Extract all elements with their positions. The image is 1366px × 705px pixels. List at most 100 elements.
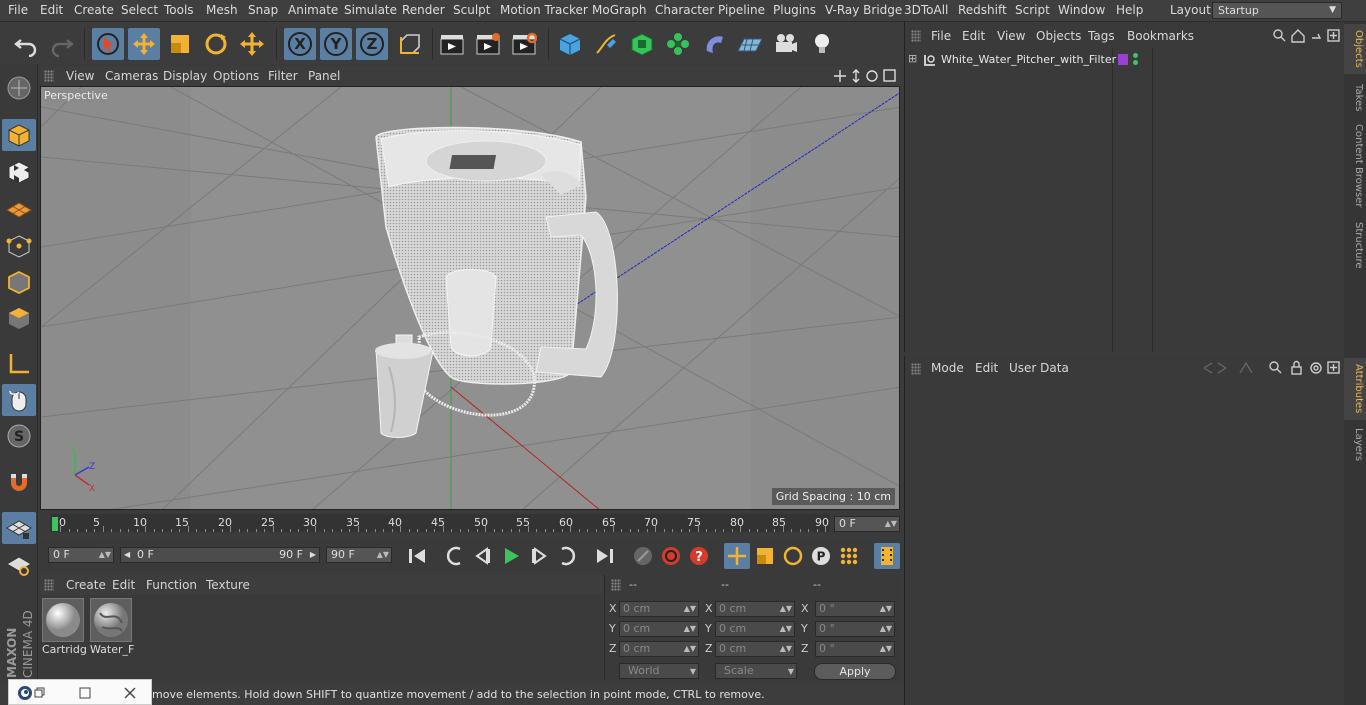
points-mode-button[interactable] xyxy=(2,230,36,262)
add-spline-button[interactable] xyxy=(590,28,622,60)
play-button[interactable] xyxy=(498,543,524,569)
attribute-menu-edit[interactable]: Edit xyxy=(975,361,998,375)
maximize-icon[interactable] xyxy=(79,687,91,699)
object-menu-objects[interactable]: Objects xyxy=(1036,29,1081,43)
object-menu-bookmarks[interactable]: Bookmarks xyxy=(1127,29,1194,43)
tab-structure[interactable]: Structure xyxy=(1346,222,1364,269)
apply-button[interactable]: Apply xyxy=(814,663,896,680)
restore-icon[interactable] xyxy=(34,687,46,699)
add-light-button[interactable] xyxy=(806,28,838,60)
solo-button[interactable]: S xyxy=(2,420,36,452)
panel-grip-icon[interactable] xyxy=(911,363,921,375)
menu-mograph[interactable]: MoGraph xyxy=(592,3,647,17)
previous-key-button[interactable] xyxy=(442,543,468,569)
object-menu-view[interactable]: View xyxy=(997,29,1025,43)
size-z-field[interactable]: 0 cm ▲▼ xyxy=(715,641,795,657)
object-menu-edit[interactable]: Edit xyxy=(962,29,985,43)
menu-pipeline[interactable]: Pipeline xyxy=(718,3,765,17)
polygons-mode-button[interactable] xyxy=(2,302,36,334)
editor-visibility-dot[interactable] xyxy=(1133,53,1138,58)
motion-record-button[interactable] xyxy=(630,543,656,569)
minimized-window-bar[interactable] xyxy=(8,679,152,705)
rotation-y-field[interactable]: 0 ° ▲▼ xyxy=(815,621,895,637)
viewport-menu-display[interactable]: Display xyxy=(163,69,207,83)
layer-color-swatch[interactable] xyxy=(1118,54,1128,65)
start-frame-field[interactable]: 0 F ▲▼ xyxy=(48,547,114,563)
tab-content-browser[interactable]: Content Browser xyxy=(1346,124,1364,207)
render-settings-button[interactable] xyxy=(508,28,540,60)
perspective-viewport[interactable]: Y Z X Grid Spacing : 10 cm xyxy=(40,86,900,510)
edges-mode-button[interactable] xyxy=(2,266,36,298)
menu-render[interactable]: Render xyxy=(402,3,445,17)
add-generator-button[interactable] xyxy=(626,28,658,60)
object-row[interactable]: ⊞ White_Water_Pitcher_with_Filter xyxy=(908,52,1338,69)
move-tool-button[interactable] xyxy=(128,28,160,60)
locked-workplane-button[interactable] xyxy=(2,548,36,580)
add-cube-button[interactable] xyxy=(554,28,586,60)
menu-vray-bridge[interactable]: V-Ray Bridge xyxy=(825,3,902,17)
expand-plus-icon[interactable]: ⊞ xyxy=(908,52,917,65)
panel-grip-icon[interactable] xyxy=(611,579,621,591)
frame-range-slider[interactable]: ◀ 0 F 90 F ▶ xyxy=(120,547,320,563)
previous-frame-button[interactable] xyxy=(470,543,496,569)
menu-mesh[interactable]: Mesh xyxy=(206,3,238,17)
position-y-field[interactable]: 0 cm ▲▼ xyxy=(619,621,699,637)
position-x-field[interactable]: 0 cm ▲▼ xyxy=(619,601,699,617)
menu-tools[interactable]: Tools xyxy=(164,3,194,17)
make-editable-button[interactable] xyxy=(2,72,36,104)
tweak-mode-button[interactable] xyxy=(2,384,36,416)
material-menu-create[interactable]: Create xyxy=(66,578,106,592)
workplane-mode-button[interactable] xyxy=(2,192,36,224)
record-point-level-button[interactable] xyxy=(836,543,862,569)
render-visibility-dot[interactable] xyxy=(1133,60,1138,65)
menu-plugins[interactable]: Plugins xyxy=(773,3,816,17)
record-scale-button[interactable] xyxy=(752,543,778,569)
material-item[interactable]: Water_F xyxy=(90,598,134,656)
material-item[interactable]: Cartridg xyxy=(42,598,86,656)
live-selection-button[interactable] xyxy=(92,28,124,60)
rotation-z-field[interactable]: 0 ° ▲▼ xyxy=(815,641,895,657)
texture-mode-button[interactable] xyxy=(2,156,36,188)
record-rotation-button[interactable] xyxy=(780,543,806,569)
autokeying-button[interactable]: ? xyxy=(686,543,712,569)
menu-select[interactable]: Select xyxy=(121,3,158,17)
add-floor-button[interactable] xyxy=(734,28,766,60)
scale-tool-button[interactable] xyxy=(164,28,196,60)
layout-dropdown[interactable]: Startup ▼ xyxy=(1212,2,1342,19)
menu-file[interactable]: File xyxy=(8,3,28,17)
y-axis-button[interactable]: Y xyxy=(320,28,352,60)
tab-takes[interactable]: Takes xyxy=(1346,84,1364,111)
z-axis-button[interactable]: Z xyxy=(356,28,388,60)
axis-mode-button[interactable] xyxy=(2,348,36,380)
size-y-field[interactable]: 0 cm ▲▼ xyxy=(715,621,795,637)
timeline-ruler[interactable]: 0 5 10 15 20 25 30 35 40 45 50 55 60 65 … xyxy=(50,514,830,532)
current-frame-field[interactable]: 0 F ▲▼ xyxy=(834,516,900,532)
close-icon[interactable] xyxy=(123,686,137,700)
tab-attributes[interactable]: Attributes xyxy=(1346,364,1364,413)
model-mode-button[interactable] xyxy=(2,119,36,151)
material-menu-function[interactable]: Function xyxy=(146,578,197,592)
material-menu-edit[interactable]: Edit xyxy=(112,578,135,592)
menu-help[interactable]: Help xyxy=(1116,3,1143,17)
undo-button[interactable] xyxy=(10,28,42,60)
menu-create[interactable]: Create xyxy=(74,3,114,17)
render-picture-viewer-button[interactable] xyxy=(472,28,504,60)
size-mode-dropdown[interactable]: Scale ▼ xyxy=(715,663,797,679)
x-axis-button[interactable]: X xyxy=(284,28,316,60)
menu-snap[interactable]: Snap xyxy=(248,3,278,17)
add-deformer-button[interactable] xyxy=(698,28,730,60)
go-to-start-button[interactable] xyxy=(404,543,430,569)
menu-character[interactable]: Character xyxy=(655,3,714,17)
menu-redshift[interactable]: Redshift xyxy=(958,3,1007,17)
redo-button[interactable] xyxy=(46,28,78,60)
viewport-menu-panel[interactable]: Panel xyxy=(308,69,340,83)
end-frame-field[interactable]: 90 F ▲▼ xyxy=(326,547,392,563)
playhead-marker[interactable] xyxy=(52,517,58,531)
menu-edit[interactable]: Edit xyxy=(40,3,63,17)
menu-3dtoall[interactable]: 3DToAll xyxy=(904,3,948,17)
object-menu-tags[interactable]: Tags xyxy=(1088,29,1115,43)
next-key-button[interactable] xyxy=(554,543,580,569)
viewport-nav-icons[interactable] xyxy=(834,68,898,84)
timeline-window-button[interactable] xyxy=(874,543,900,569)
menu-sculpt[interactable]: Sculpt xyxy=(453,3,490,17)
